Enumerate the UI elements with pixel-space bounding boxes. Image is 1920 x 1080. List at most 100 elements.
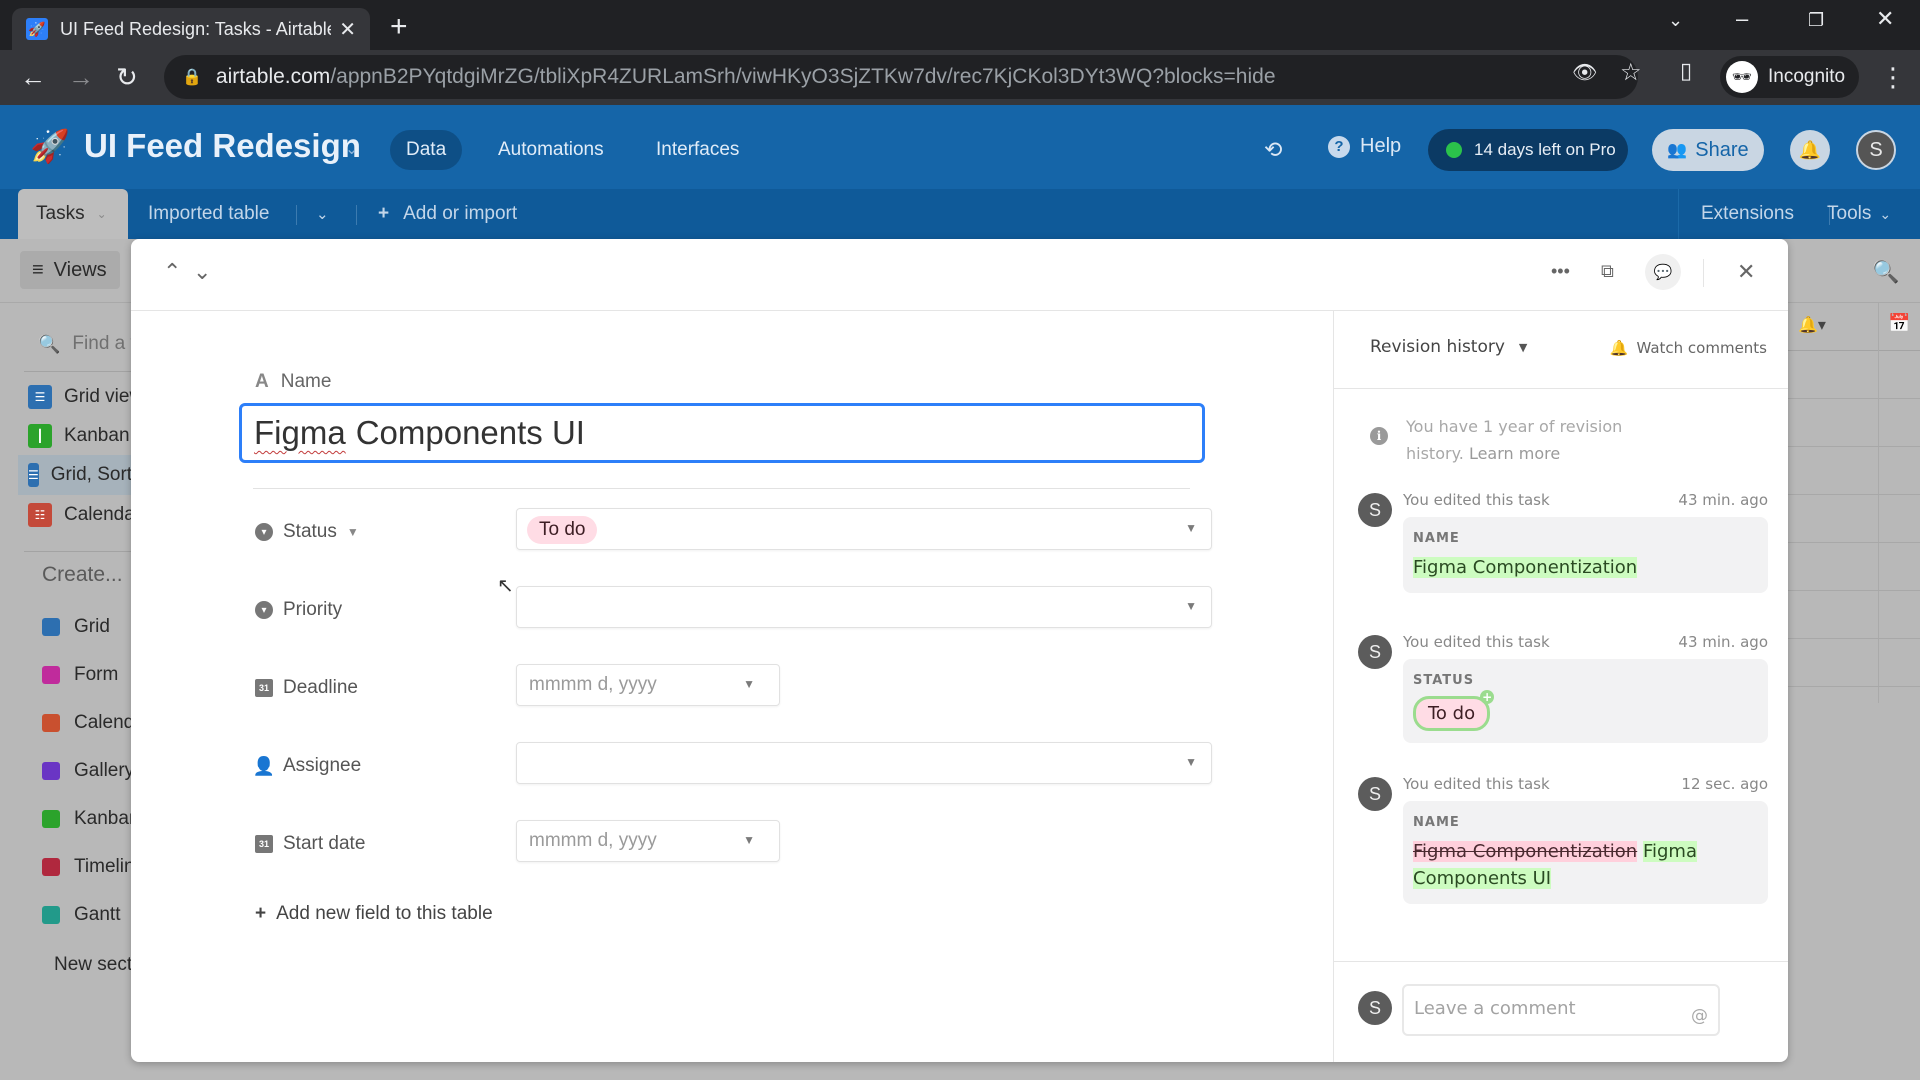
learn-more-link[interactable]: Learn more (1469, 444, 1560, 463)
side-panel-icon[interactable]: ▯ (1680, 58, 1692, 84)
address-bar[interactable]: 🔒 airtable.com/appnB2PYqtdgiMrZG/tbliXpR… (164, 55, 1638, 99)
create-gantt[interactable]: Gantt (42, 904, 120, 926)
table-tab-imported[interactable]: Imported table (148, 189, 269, 239)
sidebar-view-grid-sorted[interactable]: ☰ Grid, Sorted (18, 455, 153, 495)
user-icon: 👤 (252, 755, 276, 776)
record-expanded-modal: ⌃ ⌄ ••• ⧉ 💬 ✕ A Name Figma Components UI … (131, 239, 1788, 1062)
bookmark-star-icon[interactable]: ☆ (1620, 58, 1642, 87)
revision-card: STATUS To do + (1403, 659, 1768, 743)
tracking-protection-icon[interactable]: 👁 (1572, 60, 1597, 85)
divider (356, 205, 357, 225)
field-label-text: Priority (283, 599, 343, 620)
browser-tab[interactable]: 🚀 UI Feed Redesign: Tasks - Airtable ✕ (12, 8, 370, 50)
url-host: airtable.com (215, 65, 331, 88)
name-field-label: A Name (255, 371, 331, 393)
tab-search-icon[interactable]: ⌄ (1668, 10, 1683, 31)
text-field-icon: A (255, 371, 269, 392)
grid-row (1788, 591, 1920, 639)
divider (1703, 259, 1704, 287)
comment-input[interactable]: Leave a comment @ (1402, 984, 1720, 1036)
revision-field-name: STATUS (1413, 673, 1475, 688)
back-button[interactable]: ← (20, 62, 46, 93)
activity-panel: Revision history ▼ 🔔 Watch comments i Yo… (1333, 311, 1788, 1062)
help-button[interactable]: ? Help (1328, 135, 1401, 158)
caret-down-icon: ▼ (1185, 599, 1197, 613)
previous-record-icon[interactable]: ⌃ (163, 259, 181, 285)
close-window-button[interactable]: ✕ (1876, 6, 1894, 32)
notifications-bell-icon[interactable]: 🔔 (1790, 130, 1830, 170)
grid-icon: ☰ (28, 463, 39, 487)
table-tab-tasks[interactable]: Tasks ⌄ (18, 189, 128, 239)
record-fields: A Name Figma Components UI ▾ Status ▼ To … (131, 311, 1333, 1062)
deadline-date-input[interactable]: mmmm d, yyyy ▼ (516, 664, 780, 706)
more-tables-chevron-icon[interactable]: ⌄ (316, 189, 329, 239)
field-label-text: Start date (283, 833, 366, 854)
create-form[interactable]: Form (42, 664, 118, 686)
next-record-icon[interactable]: ⌄ (193, 259, 211, 285)
expand-record-icon[interactable]: ⧉ (1601, 261, 1614, 282)
restore-button[interactable]: ❐ (1808, 10, 1824, 31)
nav-automations[interactable]: Automations (482, 130, 620, 170)
start-date-input[interactable]: mmmm d, yyyy ▼ (516, 820, 780, 862)
create-timeline[interactable]: Timeline (42, 856, 145, 878)
base-name[interactable]: UI Feed Redesign (84, 127, 361, 165)
hamburger-icon: ≡ (32, 258, 44, 281)
mention-icon[interactable]: @ (1691, 1006, 1708, 1026)
nav-data[interactable]: Data (390, 130, 463, 170)
history-icon[interactable]: ⟲ (1264, 137, 1282, 163)
date-placeholder: mmmm d, yyyy (529, 830, 657, 851)
new-tab-button[interactable]: + (390, 10, 408, 44)
views-toggle-button[interactable]: ≡ Views (20, 251, 120, 289)
divider (296, 205, 297, 225)
tab-close-icon[interactable]: ✕ (339, 17, 356, 42)
create-grid[interactable]: Grid (42, 616, 110, 638)
status-field-label[interactable]: ▾ Status ▼ (255, 521, 359, 543)
browser-menu-icon[interactable]: ⋮ (1880, 62, 1906, 93)
create-item-label: Kanban (74, 808, 140, 829)
user-avatar[interactable]: S (1856, 130, 1896, 170)
status-select[interactable]: To do ▼ (516, 508, 1212, 550)
single-select-icon: ▾ (255, 601, 273, 619)
assignee-select[interactable]: ▼ (516, 742, 1212, 784)
sidebar-view-grid[interactable]: ☰ Grid view (28, 385, 143, 409)
more-options-icon[interactable]: ••• (1551, 261, 1570, 282)
create-gallery[interactable]: Gallery (42, 760, 134, 782)
revision-author: You edited this task (1403, 491, 1550, 509)
revision-history-dropdown[interactable]: Revision history ▼ (1370, 337, 1527, 357)
view-label: Kanban (64, 425, 130, 446)
close-icon[interactable]: ✕ (1737, 259, 1755, 285)
revision-author: You edited this task (1403, 633, 1550, 651)
add-new-field-button[interactable]: + Add new field to this table (255, 903, 493, 925)
tools-button[interactable]: Tools ⌄ (1827, 189, 1891, 239)
deadline-field-label: 31 Deadline (255, 677, 358, 699)
timeline-icon (42, 858, 60, 876)
sidebar-view-calendar[interactable]: ☷ Calendar (28, 503, 141, 527)
priority-field-label: ▾ Priority (255, 599, 342, 621)
watch-comments-button[interactable]: 🔔 Watch comments (1610, 339, 1767, 357)
revision-card: NAME Figma Componentization Figma Compon… (1403, 801, 1768, 904)
add-or-import-button[interactable]: + Add or import (378, 189, 517, 239)
revision-time: 43 min. ago (1678, 633, 1768, 651)
reload-button[interactable]: ↻ (116, 62, 138, 93)
info-icon: i (1370, 427, 1388, 445)
nav-interfaces[interactable]: Interfaces (640, 130, 755, 170)
forward-button[interactable]: → (68, 62, 94, 93)
help-label: Help (1360, 135, 1402, 157)
incognito-profile-chip[interactable]: 🕶 Incognito (1720, 56, 1860, 98)
field-label-text: Deadline (283, 677, 358, 698)
trial-badge[interactable]: 14 days left on Pro (1428, 129, 1628, 171)
minimize-button[interactable]: – (1736, 6, 1748, 32)
tools-label: Tools (1827, 203, 1872, 224)
search-icon[interactable]: 🔍 (1872, 259, 1899, 285)
sidebar-view-kanban[interactable]: ┃ Kanban (28, 424, 130, 448)
incognito-icon: 🕶 (1726, 61, 1758, 93)
priority-select[interactable]: ▼ (516, 586, 1212, 628)
share-button[interactable]: 👥 Share (1652, 129, 1764, 171)
chevron-down-icon[interactable]: ⌄ (345, 139, 358, 159)
create-kanban[interactable]: Kanban (42, 808, 140, 830)
gallery-icon (42, 762, 60, 780)
name-input[interactable]: Figma Components UI (239, 403, 1205, 463)
extensions-button[interactable]: Extensions (1701, 189, 1794, 239)
calendar-icon: ☷ (28, 503, 52, 527)
comments-toggle-icon[interactable]: 💬 (1645, 254, 1681, 290)
